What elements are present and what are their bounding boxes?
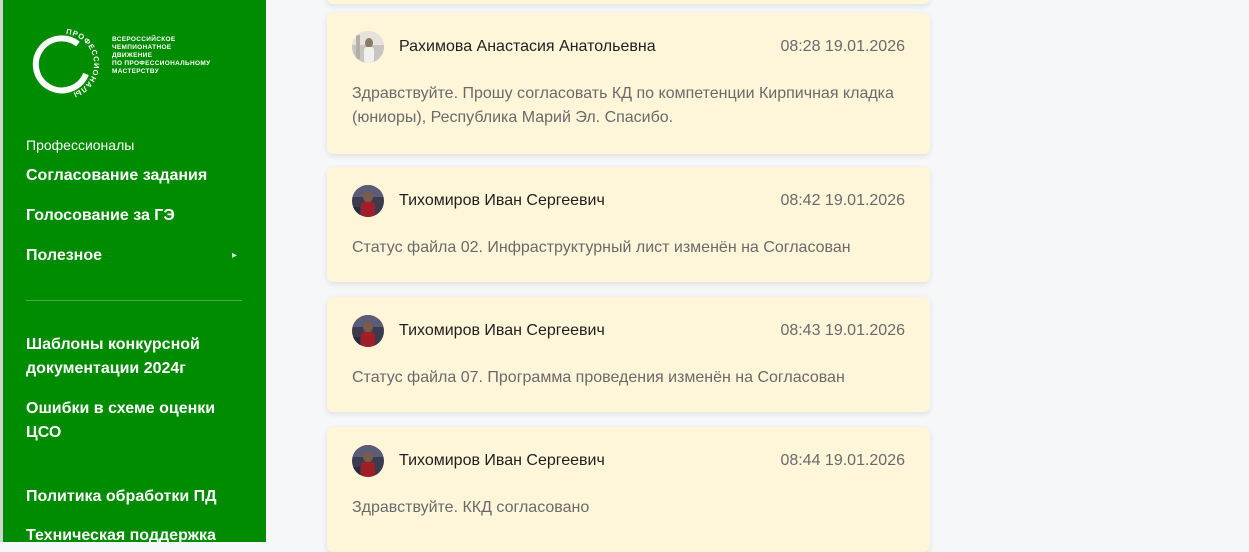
message-text: Статус файла 02. Инфраструктурный лист и… [352,239,851,256]
avatar[interactable] [352,445,384,477]
message-timestamp: 08:44 19.01.2026 [780,452,905,469]
message-text: Статус файла 07. Программа проведения из… [352,369,845,386]
message-card: Тихомиров Иван Сергеевич 08:42 19.01.202… [327,167,930,282]
logo-line: ДВИЖЕНИЕ [112,52,153,59]
logo-text: ВСЕРОССИЙСКОЕ ЧЕМПИОНАТНОЕ ДВИЖЕНИЕ ПО П… [112,36,210,76]
sidebar-link-scoring-errors[interactable]: Ошибки в схеме оценки ЦСО [26,397,241,445]
sidebar: ПРОФЕССИОНАЛЫ ВСЕРОССИЙСКОЕ ЧЕМПИОНАТНОЕ… [0,0,266,542]
chevron-right-icon: ▸ [231,250,237,261]
logo[interactable]: ПРОФЕССИОНАЛЫ ВСЕРОССИЙСКОЕ ЧЕМПИОНАТНОЕ… [26,26,210,102]
sidebar-link-label: Ошибки в схеме оценки ЦСО [26,400,216,441]
logo-line: МАСТЕРСТВУ [112,68,159,75]
message-timestamp: 08:43 19.01.2026 [780,322,905,339]
message-text: Здравствуйте. ККД согласовано [352,499,590,516]
section-label-professionals: Профессионалы [26,137,135,153]
message-text: Здравствуйте. Прошу согласовать КД по ко… [352,85,894,126]
avatar[interactable] [352,31,384,63]
avatar[interactable] [352,315,384,347]
message-author: Рахимова Анастасия Анатольевна [399,38,656,55]
message-timestamp: 08:28 19.01.2026 [780,38,905,55]
message-author: Тихомиров Иван Сергеевич [399,192,605,209]
sidebar-link-support[interactable]: Техническая поддержка [26,524,241,542]
user-photo-icon [352,185,384,217]
sidebar-item-useful[interactable]: Полезное ▸ [26,244,241,268]
user-photo-icon [352,315,384,347]
user-photo-icon [352,31,384,63]
sidebar-item-label: Полезное [26,247,103,264]
sidebar-link-label: Техническая поддержка [26,527,216,542]
logo-line: ЧЕМПИОНАТНОЕ [112,44,172,51]
message-card: Тихомиров Иван Сергеевич 08:43 19.01.202… [327,297,930,412]
sidebar-item-label: Голосование за ГЭ [26,207,175,224]
sidebar-item-label: Согласование задания [26,167,208,184]
logo-ring-icon: ПРОФЕССИОНАЛЫ [32,27,100,99]
logo-line: ВСЕРОССИЙСКОЕ [112,36,176,43]
avatar[interactable] [352,185,384,217]
sidebar-divider [26,300,242,301]
sidebar-link-label: Шаблоны конкурсной документации 2024г [26,336,200,377]
message-timestamp: 08:42 19.01.2026 [780,192,905,209]
sidebar-item-ge-voting[interactable]: Голосование за ГЭ [26,204,241,228]
user-photo-icon [352,445,384,477]
message-author: Тихомиров Иван Сергеевич [399,452,605,469]
message-card: Тихомиров Иван Сергеевич 08:44 19.01.202… [327,427,930,552]
message-card-previous [327,0,930,4]
logo-line: ПО ПРОФЕССИОНАЛЬНОМУ [112,60,211,67]
sidebar-link-templates[interactable]: Шаблоны конкурсной документации 2024г [26,333,241,381]
sidebar-item-task-approval[interactable]: Согласование задания [26,164,241,188]
message-card: Рахимова Анастасия Анатольевна 08:28 19.… [327,13,930,154]
message-author: Тихомиров Иван Сергеевич [399,322,605,339]
sidebar-link-privacy-policy[interactable]: Политика обработки ПД [26,485,241,509]
sidebar-link-label: Политика обработки ПД [26,488,217,505]
